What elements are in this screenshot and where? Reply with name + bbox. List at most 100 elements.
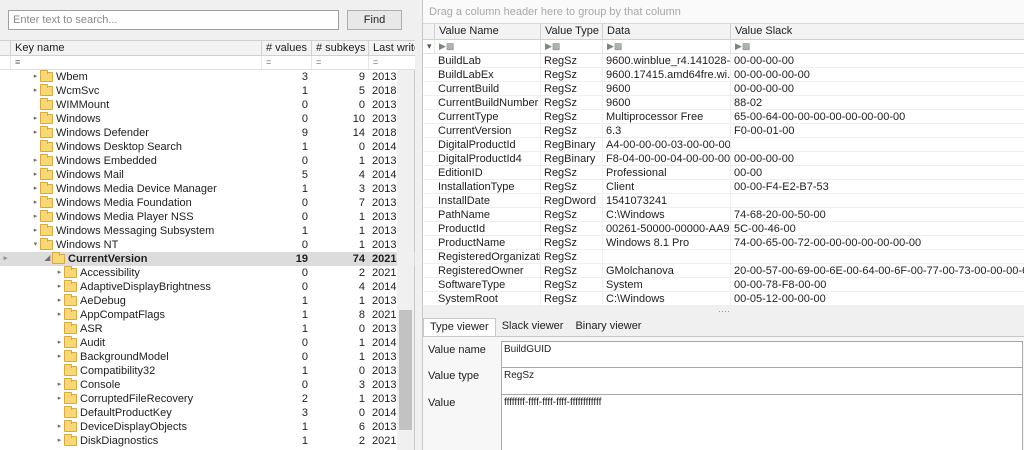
tree-row[interactable]: ▾ Windows NT 0 1 2013-0: [0, 238, 415, 252]
value-row[interactable]: DigitalProductId RegBinary A4-00-00-00-03-…: [423, 138, 1024, 152]
tree-row[interactable]: ▸ WcmSvc 1 5 2018-1: [0, 84, 415, 98]
key-name-cell[interactable]: ▸ Wbem: [11, 70, 262, 84]
value-row[interactable]: ProductName RegSz Windows 8.1 Pro 74-00-65-…: [423, 236, 1024, 250]
key-name-cell[interactable]: ▸ WcmSvc: [11, 84, 262, 98]
filter-value-slack[interactable]: ▶▩: [731, 40, 1024, 53]
tree-scrollbar-thumb[interactable]: [399, 310, 412, 430]
value-row[interactable]: PathName RegSz C:\Windows 74-68-20-00-50-00: [423, 208, 1024, 222]
tree-scrollbar[interactable]: [397, 70, 414, 450]
tree-row[interactable]: ▸ ◢ CurrentVersion 19 74 2021-: [0, 252, 415, 266]
expand-toggle-icon[interactable]: ▸: [31, 112, 40, 126]
tab-type-viewer[interactable]: Type viewer: [423, 318, 496, 336]
key-name-cell[interactable]: ▸ Windows Mail: [11, 168, 262, 182]
key-name-cell[interactable]: Compatibility32: [11, 364, 262, 378]
tree-row[interactable]: ▸ Windows Mail 5 4 2014-1: [0, 168, 415, 182]
expand-toggle-icon[interactable]: ▸: [55, 378, 64, 392]
key-name-cell[interactable]: ◢ CurrentVersion: [11, 252, 262, 266]
expand-toggle-icon[interactable]: ▸: [31, 154, 40, 168]
value-row[interactable]: BuildLab RegSz 9600.winblue_r4.141028-... 0…: [423, 54, 1024, 68]
expand-toggle-icon[interactable]: ▸: [55, 392, 64, 406]
filter-value-name[interactable]: ▶▩: [435, 40, 541, 53]
value-row[interactable]: DigitalProductId4 RegBinary F8-04-00-00-04…: [423, 152, 1024, 166]
value-row[interactable]: SoftwareType RegSz System 00-00-78-F8-00-00: [423, 278, 1024, 292]
column-header-last-write[interactable]: Last write: [369, 41, 415, 56]
key-name-cell[interactable]: ▸ Windows Media Player NSS: [11, 210, 262, 224]
value-row[interactable]: EditionID RegSz Professional 00-00: [423, 166, 1024, 180]
key-name-cell[interactable]: ▸ Windows: [11, 112, 262, 126]
key-name-cell[interactable]: ▸ Windows Media Foundation: [11, 196, 262, 210]
tree-row[interactable]: ▸ Windows Defender 9 14 2018-1: [0, 126, 415, 140]
key-name-cell[interactable]: Windows Desktop Search: [11, 140, 262, 154]
key-name-cell[interactable]: ▸ AdaptiveDisplayBrightness: [11, 280, 262, 294]
tree-row[interactable]: ▸ Windows Embedded 0 1 2013-0: [0, 154, 415, 168]
tree-row[interactable]: ▸ Windows Media Player NSS 0 1 2013-0: [0, 210, 415, 224]
column-header-key-name[interactable]: Key name: [11, 41, 262, 56]
tree-row[interactable]: ▸ Windows Media Foundation 0 7 2013-0: [0, 196, 415, 210]
key-name-cell[interactable]: ▸ Console: [11, 378, 262, 392]
tree-row[interactable]: ▸ Windows 0 10 2013-0: [0, 112, 415, 126]
value-name-field[interactable]: BuildGUID: [501, 341, 1023, 368]
expand-toggle-icon[interactable]: ▸: [31, 210, 40, 224]
search-input[interactable]: [8, 10, 339, 30]
value-row[interactable]: SystemRoot RegSz C:\Windows 00-05-12-00-00-…: [423, 292, 1024, 306]
value-row[interactable]: InstallDate RegDword 1541073241: [423, 194, 1024, 208]
tree-row[interactable]: ▸ BackgroundModel 0 1 2013-0: [0, 350, 415, 364]
key-name-cell[interactable]: ▸ DiskDiagnostics: [11, 434, 262, 448]
expand-toggle-icon[interactable]: ▸: [31, 168, 40, 182]
tree-row[interactable]: ▸ Wbem 3 9 2013-0: [0, 70, 415, 84]
tree-row[interactable]: DefaultProductKey 3 0 2014-1: [0, 406, 415, 420]
expand-toggle-icon[interactable]: ▸: [31, 126, 40, 140]
column-header-subkeys[interactable]: # subkeys: [312, 41, 369, 56]
expand-toggle-icon[interactable]: ▸: [31, 84, 40, 98]
tree-row[interactable]: ▸ AdaptiveDisplayBrightness 0 4 2014-1: [0, 280, 415, 294]
column-header-data[interactable]: Data: [603, 24, 731, 39]
expand-toggle-icon[interactable]: ▸: [31, 196, 40, 210]
tree-row[interactable]: ▸ DiskDiagnostics 1 2 2021-1: [0, 434, 415, 448]
value-row[interactable]: InstallationType RegSz Client 00-00-F4-E2-B…: [423, 180, 1024, 194]
key-name-cell[interactable]: ▸ Audit: [11, 336, 262, 350]
filter-data[interactable]: ▶▩: [603, 40, 731, 53]
tree-row[interactable]: ASR 1 0 2013-0: [0, 322, 415, 336]
pane-splitter[interactable]: ····: [423, 306, 1024, 318]
value-row[interactable]: CurrentBuild RegSz 9600 00-00-00-00: [423, 82, 1024, 96]
tree-row[interactable]: ▸ Accessibility 0 2 2021-: [0, 266, 415, 280]
expand-toggle-icon[interactable]: ▸: [55, 294, 64, 308]
filter-last-write[interactable]: =: [369, 56, 415, 69]
key-name-cell[interactable]: ▸ CorruptedFileRecovery: [11, 392, 262, 406]
value-type-field[interactable]: RegSz: [501, 367, 1023, 395]
column-header-value-name[interactable]: Value Name: [435, 24, 541, 39]
value-row[interactable]: CurrentVersion RegSz 6.3 F0-00-01-00: [423, 124, 1024, 138]
value-row[interactable]: RegisteredOrganizationRegSz: [423, 250, 1024, 264]
expand-toggle-icon[interactable]: ▸: [55, 280, 64, 294]
column-header-value-slack[interactable]: Value Slack: [731, 24, 1024, 39]
tree-row[interactable]: Windows Desktop Search 1 0 2014-1: [0, 140, 415, 154]
tree-row[interactable]: ▸ Windows Messaging Subsystem 1 1 2013-0: [0, 224, 415, 238]
expand-toggle-icon[interactable]: ▸: [55, 266, 64, 280]
value-row[interactable]: ProductId RegSz 00261-50000-00000-AA9... 5C…: [423, 222, 1024, 236]
key-name-cell[interactable]: WIMMount: [11, 98, 262, 112]
expand-toggle-icon[interactable]: ▾: [31, 238, 40, 252]
tree-row[interactable]: ▸ Console 0 3 2013-0: [0, 378, 415, 392]
value-row[interactable]: BuildLabEx RegSz 9600.17415.amd64fre.wi...…: [423, 68, 1024, 82]
expand-toggle-icon[interactable]: ▸: [31, 182, 40, 196]
key-name-cell[interactable]: ▾ Windows NT: [11, 238, 262, 252]
expand-toggle-icon[interactable]: ▸: [55, 434, 64, 448]
expand-toggle-icon[interactable]: ▸: [55, 420, 64, 434]
value-row[interactable]: CurrentBuildNumber RegSz 9600 88-02: [423, 96, 1024, 110]
key-name-cell[interactable]: DefaultProductKey: [11, 406, 262, 420]
expand-toggle-icon[interactable]: ◢: [43, 252, 52, 266]
column-header-values[interactable]: # values: [262, 41, 312, 56]
filter-key-name[interactable]: ≡: [11, 56, 262, 69]
tree-row[interactable]: ▸ DeviceDisplayObjects 1 6 2013-0: [0, 420, 415, 434]
value-field[interactable]: ffffffff-ffff-ffff-ffff-ffffffffffff: [501, 394, 1023, 450]
filter-values[interactable]: =: [262, 56, 312, 69]
key-name-cell[interactable]: ▸ Windows Media Device Manager: [11, 182, 262, 196]
tree-row[interactable]: ▸ Windows Media Device Manager 1 3 2013-0: [0, 182, 415, 196]
expand-toggle-icon[interactable]: ▸: [55, 350, 64, 364]
tree-row[interactable]: ▸ CorruptedFileRecovery 2 1 2013-0: [0, 392, 415, 406]
key-name-cell[interactable]: ▸ Windows Messaging Subsystem: [11, 224, 262, 238]
value-row[interactable]: RegisteredOwner RegSz GMolchanova 20-00-57-…: [423, 264, 1024, 278]
expand-toggle-icon[interactable]: ▸: [31, 70, 40, 84]
expand-toggle-icon[interactable]: ▸: [31, 224, 40, 238]
expand-toggle-icon[interactable]: ▸: [55, 336, 64, 350]
